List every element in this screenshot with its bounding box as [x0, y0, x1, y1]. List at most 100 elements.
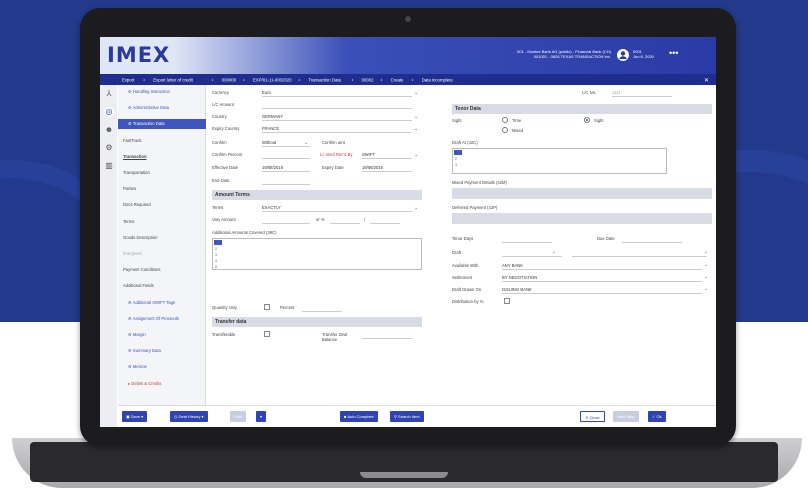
print-menu-button[interactable]: ▾: [256, 411, 267, 422]
nav-item[interactable]: ⚙ Additional SWIFT Tags: [118, 298, 206, 308]
nav-item[interactable]: ⚙ Transaction Data: [118, 119, 206, 130]
breadcrumb-item[interactable]: Data incomplete: [422, 78, 454, 83]
transferable-checkbox[interactable]: [264, 331, 270, 337]
chevron-down-icon[interactable]: ⌄: [414, 114, 418, 120]
draft-drawn-select[interactable]: ISSUING BANK: [502, 287, 702, 294]
draft-at-textarea[interactable]: 2 3: [452, 148, 667, 174]
time-radio[interactable]: [502, 117, 508, 123]
chevron-down-icon[interactable]: ⌄: [414, 152, 418, 158]
effective-date-field[interactable]: 19/08/2019: [262, 165, 310, 172]
users-icon[interactable]: ☻: [104, 125, 114, 135]
chevron-down-icon[interactable]: ⌄: [704, 249, 708, 255]
terms-select[interactable]: EXACTLY: [262, 205, 412, 212]
available-with-select[interactable]: ANY BANK: [502, 263, 702, 270]
draft-secondary-select[interactable]: [572, 250, 707, 257]
next-step-button[interactable]: Next Step: [613, 411, 639, 422]
currency-select[interactable]: Euro: [262, 90, 412, 97]
chevron-down-icon[interactable]: ⌄: [414, 126, 418, 132]
chevron-down-icon[interactable]: ⌄: [704, 286, 708, 292]
country-select[interactable]: GERMANY: [262, 114, 412, 121]
confirm-select[interactable]: Without: [262, 140, 310, 147]
deferred-payment-field[interactable]: [452, 213, 712, 224]
chevron-down-icon[interactable]: ⌄: [704, 274, 708, 280]
search-item-button[interactable]: ⚲ Search Item: [390, 411, 424, 422]
print-button[interactable]: Print: [230, 411, 247, 422]
nav-item[interactable]: ⚙ Administrative Data: [118, 103, 206, 113]
confirm-percent-field[interactable]: [262, 152, 310, 159]
nav-item[interactable]: Payment Conditions: [118, 265, 206, 275]
confirm-label: Confirm: [212, 140, 227, 145]
chart-icon[interactable]: ▥: [104, 161, 114, 171]
mixed-radio[interactable]: [502, 127, 508, 133]
lc-sent-select[interactable]: SWIFT: [362, 152, 412, 159]
expiry-country-select[interactable]: FRANCE: [262, 126, 412, 133]
distribution-checkbox[interactable]: [504, 298, 510, 304]
lc-no-field[interactable]: 1111: [612, 90, 672, 97]
nav-item[interactable]: Parties: [118, 184, 206, 194]
more-dots-icon[interactable]: •••: [669, 49, 678, 58]
breadcrumb-item[interactable]: Transaction Data: [308, 78, 341, 83]
breadcrumb-item[interactable]: EXP/01-11-0002020: [253, 78, 292, 83]
nav-item[interactable]: ⚙ Assignment Of Proceeds: [118, 314, 206, 324]
nav-item[interactable]: Additional Fields: [118, 281, 206, 291]
time-label: Time: [512, 118, 522, 123]
globe-icon[interactable]: ◎: [104, 107, 114, 117]
quantity-vary-checkbox[interactable]: [264, 304, 270, 310]
vary-amount-field[interactable]: [262, 217, 310, 224]
nav-item[interactable]: ▸ Debits & Credits: [118, 379, 206, 389]
settlement-select[interactable]: BY NEGOTIATION: [502, 275, 702, 282]
due-date-field[interactable]: [622, 236, 682, 243]
line-marker: [214, 240, 222, 245]
nav-item[interactable]: ⚙ Memos: [118, 362, 206, 372]
mixed-payment-label: Mixed Payment Details (42M): [452, 180, 507, 185]
chevron-down-icon[interactable]: ⌄: [552, 249, 556, 255]
nav-item-label: Additional Fields: [123, 283, 154, 289]
auto-complete-button[interactable]: ■ Auto Complete: [340, 411, 378, 422]
breadcrumb-item[interactable]: Export: [122, 78, 135, 83]
chevron-down-icon[interactable]: ⌄: [704, 262, 708, 268]
expiry-date-label: Expiry Date: [322, 165, 344, 170]
nav-item[interactable]: ⚙ Margin: [118, 330, 206, 340]
hierarchy-icon[interactable]: ⅄: [104, 89, 114, 99]
deal-history-button[interactable]: ◷ Deal History ▾: [170, 411, 208, 422]
nav-item[interactable]: Goods Description: [118, 233, 206, 243]
breadcrumb-item[interactable]: Create: [391, 78, 405, 83]
mixed-payment-field[interactable]: [452, 188, 712, 199]
nav-item[interactable]: Docs Required: [118, 200, 206, 210]
user-info[interactable]: 0001 Jun 8, 2020: [633, 49, 654, 59]
left-icon-rail: ⅄ ◎ ☻ ⚙ ▥: [100, 85, 117, 427]
vary-percent-max[interactable]: [370, 217, 400, 224]
nav-item[interactable]: Transportation: [118, 168, 206, 178]
chevron-down-icon[interactable]: ⌄: [414, 90, 418, 96]
breadcrumb-item[interactable]: 000000: [222, 78, 237, 83]
lc-amount-field[interactable]: [262, 102, 412, 109]
additional-amounts-textarea[interactable]: 2 3 4 5: [212, 238, 422, 270]
ok-button[interactable]: ✓ Ok: [648, 411, 666, 422]
chevron-down-icon[interactable]: ⌄: [304, 140, 308, 146]
chevron-down-icon[interactable]: ⌄: [414, 205, 418, 211]
breadcrumb-item[interactable]: Export letter of credit: [153, 78, 193, 83]
sight-radio[interactable]: [584, 117, 590, 123]
nav-item[interactable]: Evergreen: [118, 249, 206, 259]
nav-item[interactable]: Transaction: [118, 152, 206, 162]
expiry-date-field[interactable]: 19/08/2016: [362, 165, 412, 172]
draft-drawn-label: Draft Drawn On: [452, 287, 482, 292]
nav-item[interactable]: ⚙ Handling Instruction: [118, 87, 206, 97]
close-button[interactable]: ✕ Close: [580, 411, 605, 422]
close-icon[interactable]: ✕: [704, 78, 709, 84]
nav-item[interactable]: ⚙ Summary Data: [118, 346, 206, 356]
nav-item-label: Memos: [132, 364, 147, 370]
vary-percent-min[interactable]: [330, 217, 360, 224]
tenor-days-field[interactable]: [502, 236, 552, 243]
breadcrumb-item[interactable]: 00002: [362, 78, 375, 83]
end-date-field[interactable]: [262, 178, 310, 185]
transfer-deal-field[interactable]: [362, 332, 412, 339]
nav-item[interactable]: FastTrack: [118, 136, 206, 146]
save-button[interactable]: ▣ Save ▾: [122, 411, 148, 422]
nav-item[interactable]: Terms: [118, 217, 206, 227]
mixed-label: Mixed: [512, 128, 524, 133]
company-info: 001 - Montes Bank AG (public) - Financia…: [515, 49, 611, 59]
gear-icon[interactable]: ⚙: [104, 143, 114, 153]
user-avatar-icon[interactable]: [617, 49, 629, 61]
percent-field[interactable]: [302, 305, 342, 312]
